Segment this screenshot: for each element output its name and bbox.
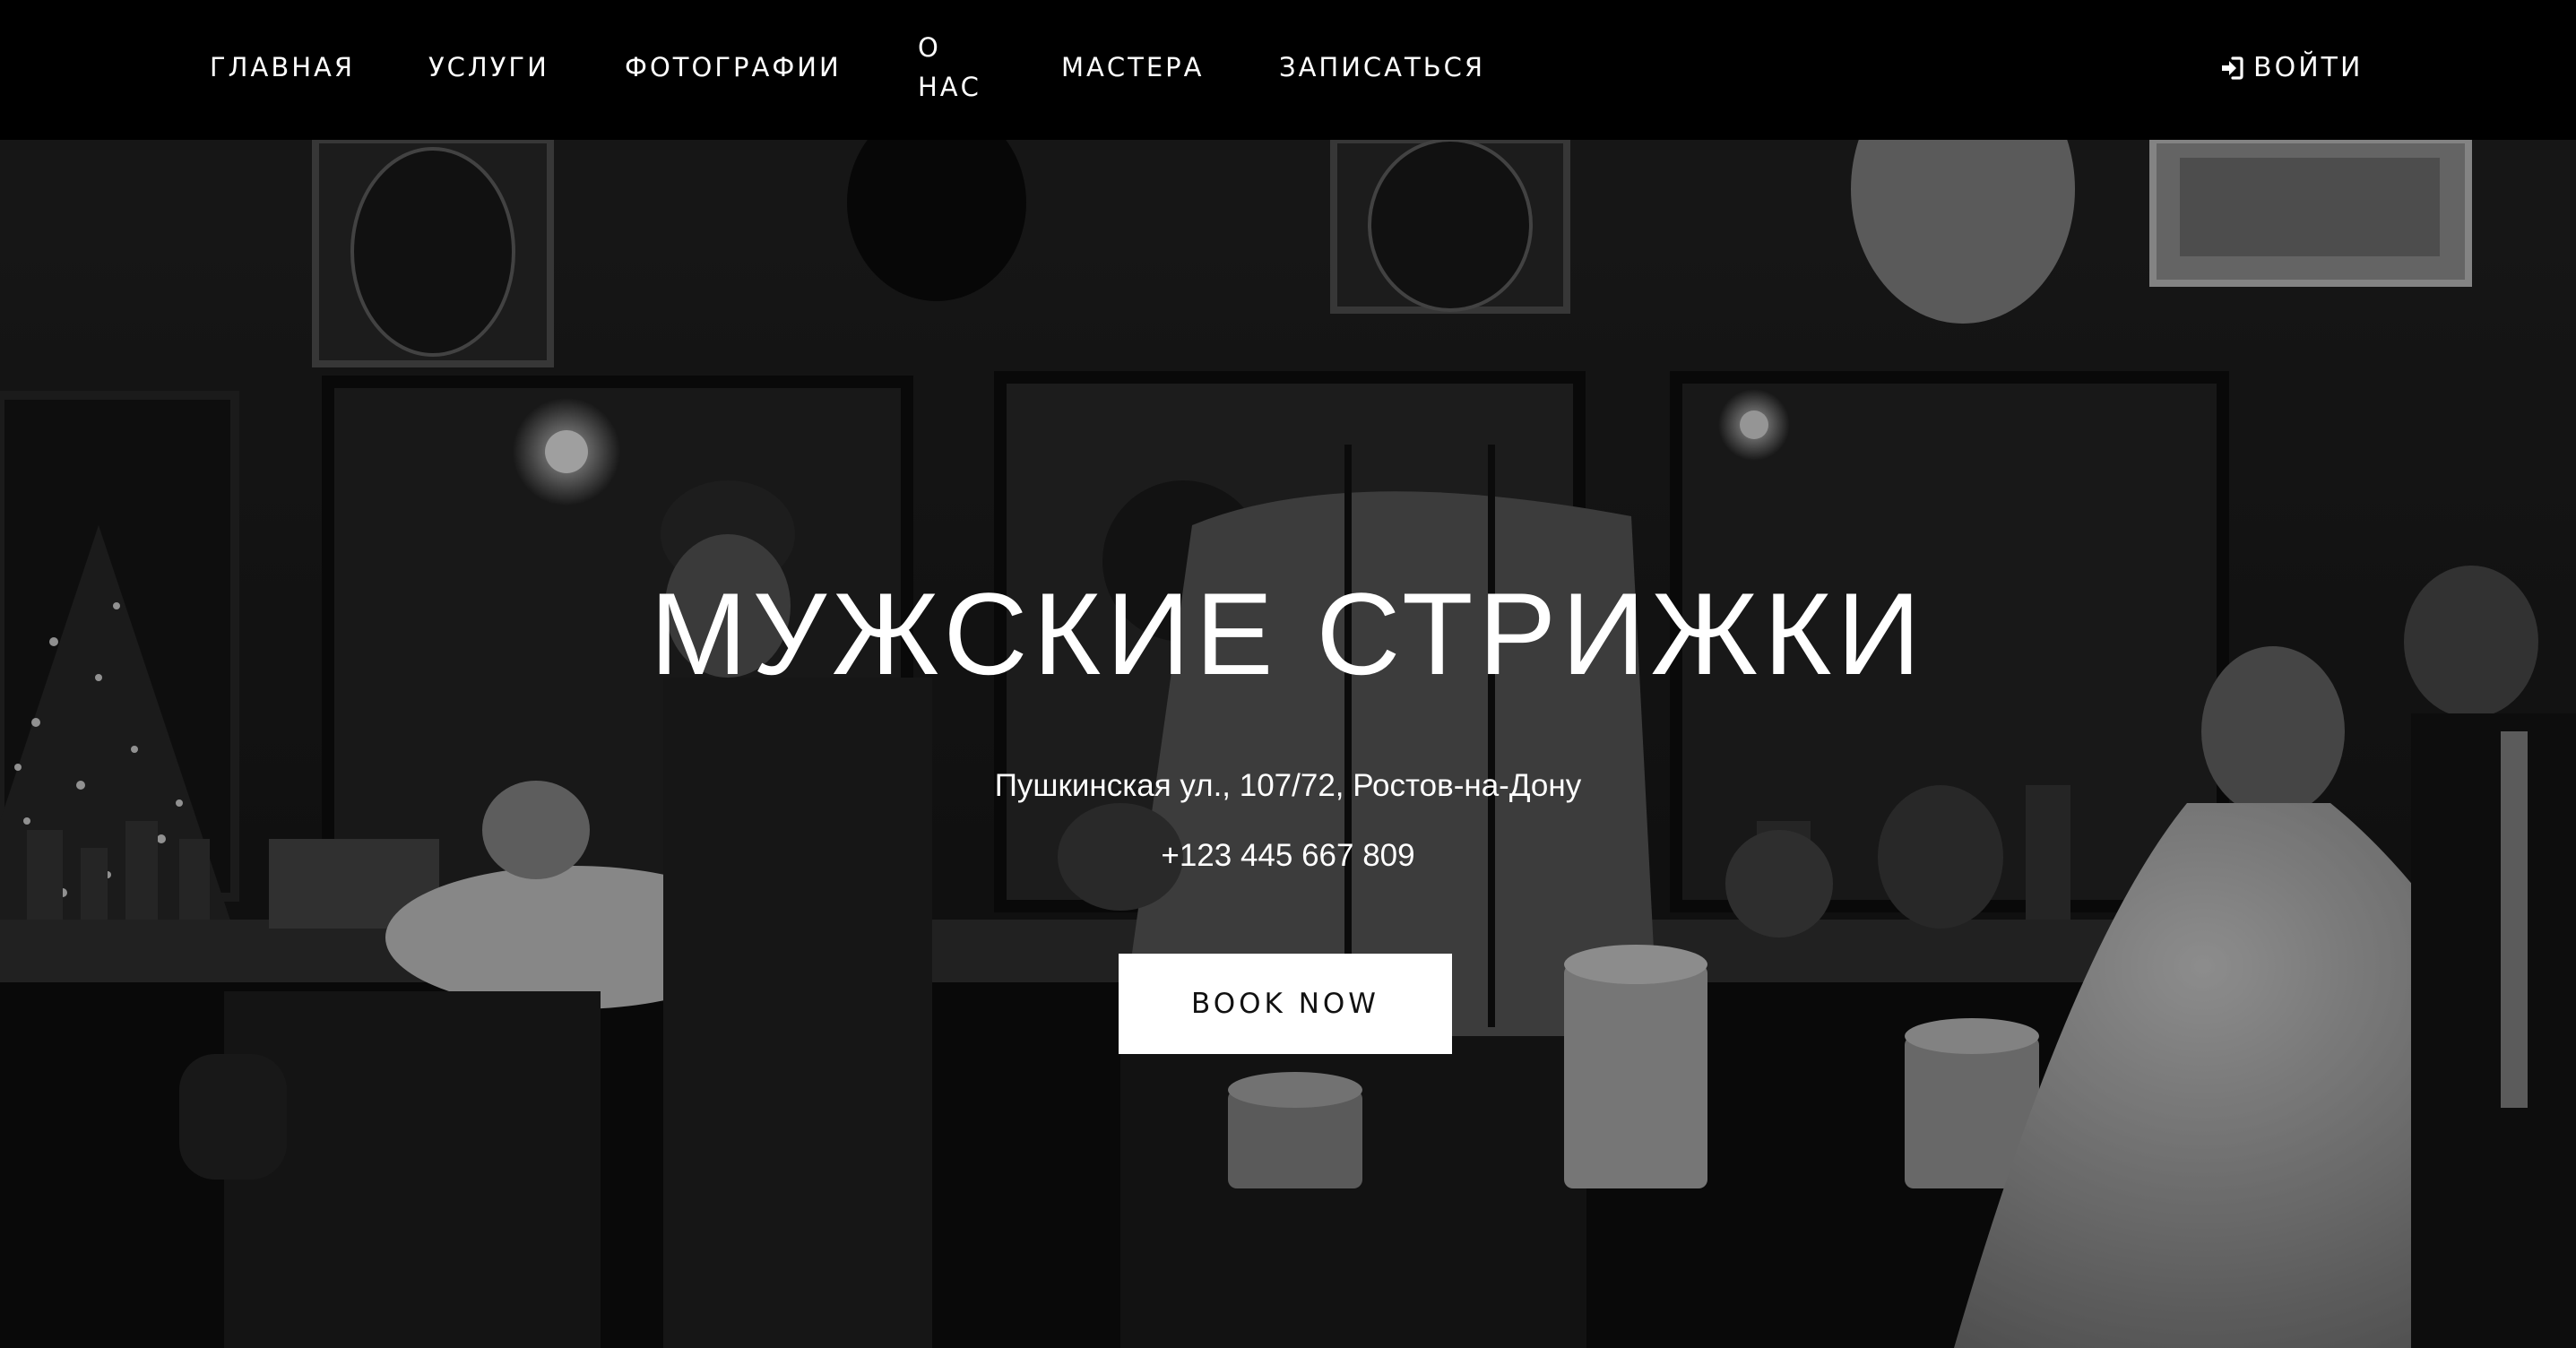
hero-section: МУЖСКИЕ СТРИЖКИ Пушкинская ул., 107/72, … [0, 140, 2576, 1348]
hero-title: МУЖСКИЕ СТРИЖКИ [650, 568, 1926, 699]
nav-item-photos[interactable]: ФОТОГРАФИИ [625, 48, 842, 87]
top-navbar: ГЛАВНАЯ УСЛУГИ ФОТОГРАФИИ О НАС МАСТЕРА … [0, 0, 2576, 140]
nav-item-services[interactable]: УСЛУГИ [428, 48, 549, 87]
page: ГЛАВНАЯ УСЛУГИ ФОТОГРАФИИ О НАС МАСТЕРА … [0, 0, 2576, 1348]
login-link[interactable]: ВОЙТИ [2219, 48, 2363, 88]
hero-phone: +123 445 667 809 [1161, 838, 1415, 873]
nav-item-home[interactable]: ГЛАВНАЯ [210, 48, 355, 87]
nav-item-masters[interactable]: МАСТЕРА [1061, 48, 1204, 87]
login-label: ВОЙТИ [2253, 52, 2364, 83]
book-now-button[interactable]: BOOK NOW [1119, 954, 1452, 1054]
hero-dark-overlay [0, 140, 2576, 1348]
nav-item-book[interactable]: ЗАПИСАТЬСЯ [1279, 48, 1485, 87]
nav-item-about[interactable]: О НАС [918, 28, 990, 107]
hero-address: Пушкинская ул., 107/72, Ростов-на-Дону [994, 768, 1582, 803]
sign-in-icon [2219, 56, 2244, 81]
